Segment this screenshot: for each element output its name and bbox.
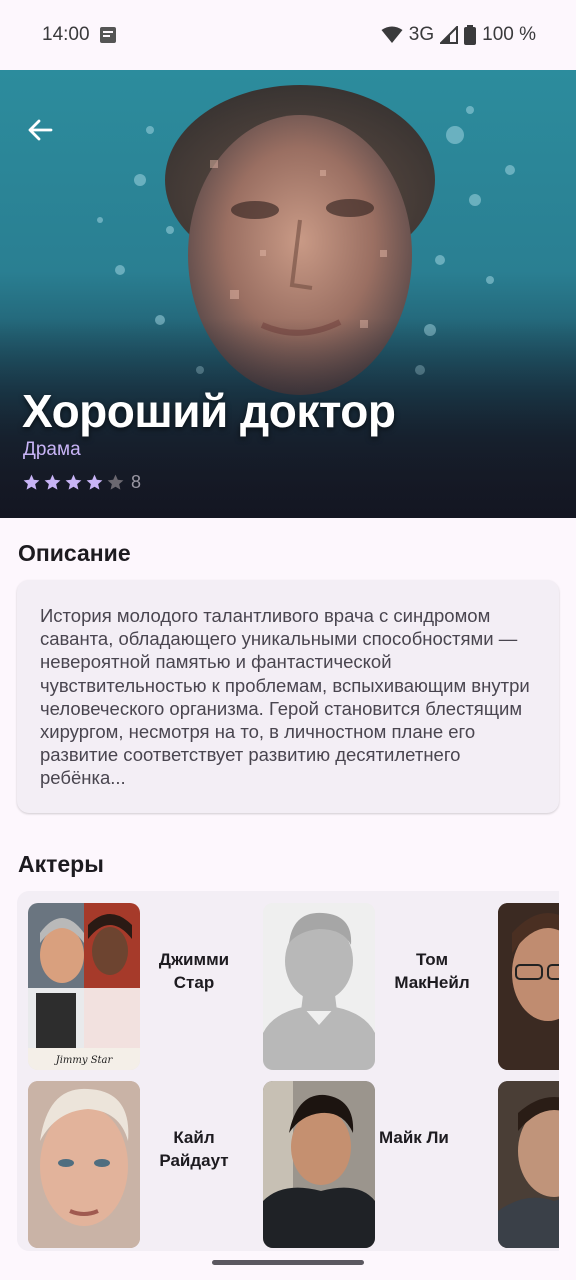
status-right: 3G 100 %	[381, 24, 536, 46]
actor-name: Том МакНейл	[394, 950, 470, 992]
show-title: Хороший доктор	[22, 385, 396, 437]
actor-name: Кайл Райдаут	[159, 1128, 229, 1170]
actor-photo-image	[263, 1081, 375, 1248]
actor-photo-image	[498, 1081, 559, 1248]
actor-photo-image	[498, 903, 559, 1070]
actor-card[interactable]: Том МакНейл	[263, 903, 487, 1070]
star-icon	[65, 474, 82, 490]
show-hero: Хороший доктор Драма 8	[0, 70, 576, 518]
actors-heading: Актеры	[18, 851, 104, 877]
notification-icon	[99, 27, 116, 43]
battery-level: 100 %	[482, 24, 536, 45]
battery-icon	[464, 25, 477, 45]
signal-icon	[440, 26, 459, 44]
status-time: 14:00	[42, 24, 90, 45]
actor-card[interactable]: Майк Ли	[263, 1081, 455, 1248]
actor-photo-image	[28, 1081, 140, 1248]
status-bar: 14:00 3G 100 %	[0, 0, 576, 70]
actor-photo	[263, 1081, 375, 1248]
network-type: 3G	[408, 24, 435, 45]
home-indicator[interactable]	[212, 1260, 364, 1265]
actor-photo-image	[28, 903, 140, 1070]
description-text: История молодого талантливого врача с си…	[40, 605, 530, 789]
actor-card[interactable]: Кайл Райдаут	[28, 1081, 239, 1248]
actor-photo	[498, 1081, 559, 1248]
wifi-icon	[381, 26, 403, 44]
person-placeholder-icon	[263, 903, 375, 1070]
actor-photo	[28, 1081, 140, 1248]
back-button[interactable]	[20, 110, 60, 150]
star-icon	[86, 474, 103, 490]
actor-photo: Jimmy Star	[28, 903, 140, 1070]
actor-name: Майк Ли	[379, 1128, 449, 1147]
status-left: 14:00	[42, 24, 116, 46]
actors-list[interactable]: Jimmy Star Джимми Стар Том МакНейл Кайл …	[17, 891, 559, 1251]
star-icon	[44, 474, 61, 490]
actor-card[interactable]	[498, 1081, 559, 1248]
photo-signature: Jimmy Star	[55, 1055, 113, 1066]
actor-card[interactable]	[498, 903, 559, 1070]
actor-card[interactable]: Jimmy Star Джимми Стар	[28, 903, 239, 1070]
actor-photo-placeholder	[263, 903, 375, 1070]
rating-value: 8	[131, 472, 142, 492]
rating-bar: 8	[22, 472, 141, 493]
star-icon	[23, 474, 40, 490]
show-genre[interactable]: Драма	[23, 439, 81, 461]
star-empty-icon	[107, 474, 124, 490]
arrow-back-icon	[28, 119, 53, 141]
actor-photo	[498, 903, 559, 1070]
description-heading: Описание	[18, 540, 131, 566]
description-card: История молодого талантливого врача с си…	[17, 580, 559, 813]
actor-name: Джимми Стар	[158, 950, 230, 992]
